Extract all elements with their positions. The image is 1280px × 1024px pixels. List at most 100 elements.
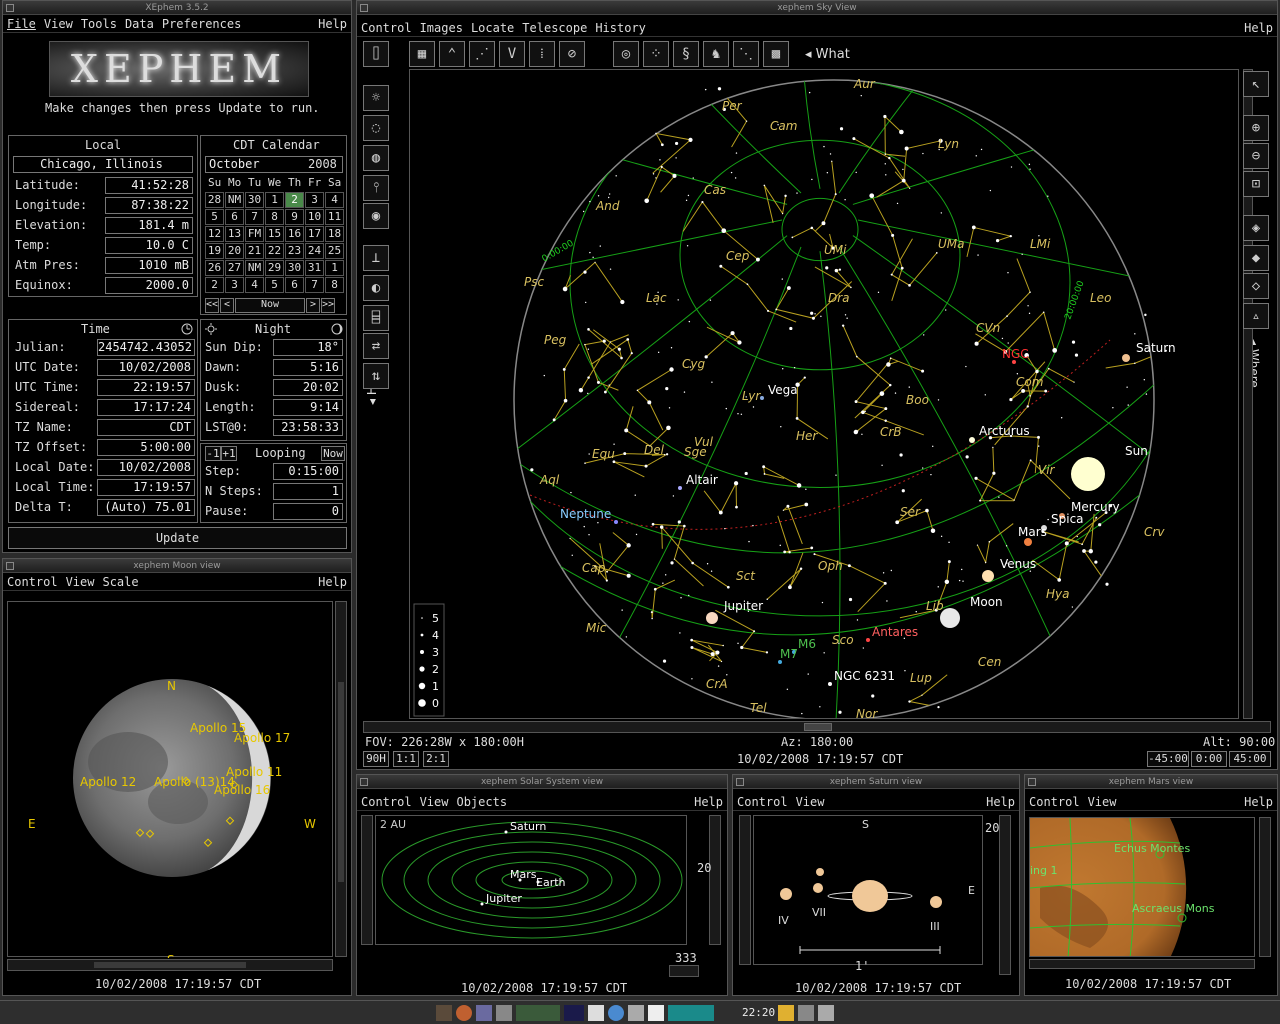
menu-help[interactable]: Help bbox=[318, 17, 347, 31]
calendar-day[interactable]: 6 bbox=[285, 277, 304, 293]
calendar-day[interactable]: 30 bbox=[285, 260, 304, 276]
mars-menu-view[interactable]: View bbox=[1088, 795, 1117, 809]
solar-menu-help[interactable]: Help bbox=[694, 795, 723, 809]
menu-data[interactable]: Data bbox=[125, 17, 154, 31]
app-launcher-icon[interactable] bbox=[436, 1005, 452, 1021]
calendar-day[interactable]: NM bbox=[225, 192, 244, 208]
sky-menu-history[interactable]: History bbox=[595, 21, 646, 35]
flip-vertical-icon[interactable]: ⇅ bbox=[363, 363, 389, 389]
mars-menu-control[interactable]: Control bbox=[1029, 795, 1080, 809]
mars-titlebar[interactable]: xephem Mars view bbox=[1025, 775, 1277, 789]
folder-icon[interactable] bbox=[778, 1005, 794, 1021]
calendar-day[interactable]: 16 bbox=[285, 226, 304, 242]
row-value[interactable]: 5:16 bbox=[273, 359, 343, 376]
alt-45-button[interactable]: 45:00 bbox=[1229, 751, 1271, 767]
saturn-canvas[interactable]: S E IV VII III bbox=[753, 815, 983, 965]
moon-menu-control[interactable]: Control bbox=[7, 575, 58, 589]
calendar-day[interactable]: 5 bbox=[265, 277, 284, 293]
loop-now-button[interactable]: Now bbox=[321, 446, 345, 461]
row-value[interactable]: 0 bbox=[273, 503, 343, 520]
calendar-day[interactable]: 24 bbox=[305, 243, 324, 259]
calendar-day[interactable]: 9 bbox=[285, 209, 304, 225]
mail-icon[interactable] bbox=[476, 1005, 492, 1021]
window-menu-icon[interactable] bbox=[1028, 778, 1036, 786]
calendar-day[interactable]: 21 bbox=[245, 243, 264, 259]
sky-object-marker[interactable] bbox=[706, 612, 718, 624]
sky-menu-locate[interactable]: Locate bbox=[471, 21, 514, 35]
row-value[interactable]: CDT bbox=[97, 419, 195, 436]
settings-icon[interactable] bbox=[628, 1005, 644, 1021]
update-button[interactable]: Update bbox=[8, 527, 347, 549]
moon-menu-view[interactable]: View bbox=[66, 575, 95, 589]
alt-az-icon[interactable]: ⌃ bbox=[439, 41, 465, 67]
nav-next-month-button[interactable]: >> bbox=[321, 298, 335, 313]
row-value[interactable]: 2000.0 bbox=[105, 277, 193, 294]
solar-menu-control[interactable]: Control bbox=[361, 795, 412, 809]
cylinder-icon[interactable]: ⌸ bbox=[363, 305, 389, 331]
calendar-day[interactable]: 18 bbox=[325, 226, 344, 242]
calendar-day[interactable]: 28 bbox=[205, 192, 224, 208]
axes-icon[interactable]: ⊥ bbox=[363, 245, 389, 271]
calendar-day[interactable]: 30 bbox=[245, 192, 264, 208]
sky-object-marker[interactable] bbox=[678, 486, 682, 490]
calendar-day[interactable]: 12 bbox=[205, 226, 224, 242]
nav-next-day-button[interactable]: > bbox=[306, 298, 320, 313]
menu-file[interactable]: File bbox=[7, 17, 36, 31]
calendar-day[interactable]: 4 bbox=[245, 277, 264, 293]
bulb-dim-icon[interactable]: ◌ bbox=[363, 115, 389, 141]
calendar-day[interactable]: 1 bbox=[325, 260, 344, 276]
moon-menu-scale[interactable]: Scale bbox=[102, 575, 138, 589]
horse-icon[interactable]: ♞ bbox=[703, 41, 729, 67]
alt-minus45-button[interactable]: -45:00 bbox=[1147, 751, 1189, 767]
solar-menu-objects[interactable]: Objects bbox=[456, 795, 507, 809]
dots-icon[interactable]: ⋱ bbox=[733, 41, 759, 67]
calendar-day[interactable]: 2 bbox=[205, 277, 224, 293]
sky-object-marker[interactable] bbox=[828, 682, 832, 686]
row-value[interactable]: 17:17:24 bbox=[97, 399, 195, 416]
moon-menu-help[interactable]: Help bbox=[318, 575, 347, 589]
constellation-figures-icon[interactable]: ⋰ bbox=[469, 41, 495, 67]
network-icon[interactable] bbox=[608, 1005, 624, 1021]
sky-object-marker[interactable] bbox=[982, 570, 994, 582]
select-d-icon[interactable]: ▵ bbox=[1243, 303, 1269, 329]
row-value[interactable]: 2454742.43052 bbox=[97, 339, 195, 356]
calendar-day[interactable]: NM bbox=[245, 260, 264, 276]
row-value[interactable]: 10/02/2008 bbox=[97, 459, 195, 476]
saturn-left-scrollbar[interactable] bbox=[739, 815, 751, 965]
window-icon[interactable] bbox=[648, 1005, 664, 1021]
mars-hscrollbar[interactable] bbox=[1029, 959, 1255, 969]
magnitude-icon[interactable]: ⁞ bbox=[529, 41, 555, 67]
solar-vscrollbar[interactable] bbox=[709, 815, 721, 945]
row-value[interactable]: 18° bbox=[273, 339, 343, 356]
flip-horizontal-icon[interactable]: ⇄ bbox=[363, 333, 389, 359]
calendar-day[interactable]: 20 bbox=[225, 243, 244, 259]
bulb-bright-icon[interactable]: ☼ bbox=[363, 85, 389, 111]
calendar-day[interactable]: 23 bbox=[285, 243, 304, 259]
volume-icon[interactable] bbox=[798, 1005, 814, 1021]
pager-icon[interactable] bbox=[516, 1005, 560, 1021]
vega-names-icon[interactable]: V bbox=[499, 41, 525, 67]
calendar-day[interactable]: 19 bbox=[205, 243, 224, 259]
zoom-out-icon[interactable]: ⊖ bbox=[1243, 143, 1269, 169]
saturn-menu-view[interactable]: View bbox=[796, 795, 825, 809]
sky-object-marker[interactable] bbox=[760, 396, 764, 400]
solar-titlebar[interactable]: xephem Solar System view bbox=[357, 775, 727, 789]
calendar-day[interactable]: 8 bbox=[325, 277, 344, 293]
task-indicator-icon[interactable] bbox=[668, 1005, 714, 1021]
cluster-icon[interactable]: ⁘ bbox=[643, 41, 669, 67]
calendar-day[interactable]: 15 bbox=[265, 226, 284, 242]
eyepiece-icon[interactable]: ◎ bbox=[613, 41, 639, 67]
solar-hscrollbar[interactable] bbox=[669, 965, 699, 977]
sky-menu-telescope[interactable]: Telescope bbox=[522, 21, 587, 35]
solar-left-scrollbar[interactable] bbox=[361, 815, 373, 945]
blob-icon[interactable]: ◉ bbox=[363, 203, 389, 229]
aspect-1-1-button[interactable]: 1:1 bbox=[393, 751, 419, 767]
sky-object-marker[interactable] bbox=[1071, 457, 1105, 491]
trash-icon[interactable] bbox=[818, 1005, 834, 1021]
row-value[interactable]: 20:02 bbox=[273, 379, 343, 396]
select-a-icon[interactable]: ◈ bbox=[1243, 215, 1269, 241]
calendar-day[interactable]: 4 bbox=[325, 192, 344, 208]
galaxy-icon[interactable]: § bbox=[673, 41, 699, 67]
mars-vscrollbar[interactable] bbox=[1259, 817, 1271, 957]
calendar-day[interactable]: 5 bbox=[205, 209, 224, 225]
